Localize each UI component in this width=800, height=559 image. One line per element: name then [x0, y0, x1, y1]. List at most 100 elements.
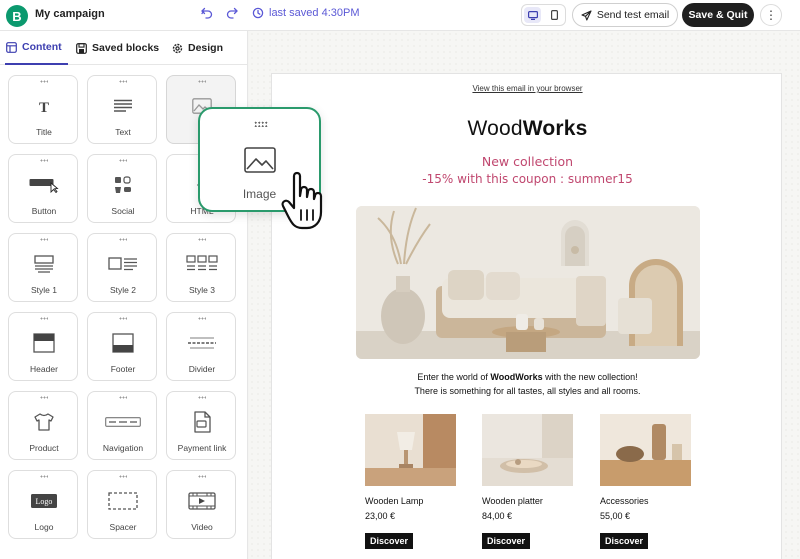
saved-blocks-icon: [76, 42, 87, 54]
block-divider[interactable]: Divider: [166, 312, 236, 381]
social-icon: [88, 173, 158, 197]
block-style3[interactable]: Style 3: [166, 233, 236, 302]
drag-handle-icon[interactable]: [40, 80, 48, 83]
block-title[interactable]: T Title: [8, 75, 78, 144]
block-label: Spacer: [109, 522, 137, 532]
drag-handle-icon[interactable]: [198, 396, 206, 399]
desktop-icon[interactable]: [524, 7, 542, 23]
device-toggle: [521, 4, 566, 26]
intro-line-2: There is something for all tastes, all s…: [414, 386, 641, 396]
block-footer[interactable]: Footer: [87, 312, 157, 381]
drag-handle-icon[interactable]: [198, 238, 206, 241]
block-button[interactable]: Button: [8, 154, 78, 223]
product-card[interactable]: Accessories 55,00 € Discover: [600, 414, 692, 549]
content-icon: [6, 41, 17, 53]
brand-heading[interactable]: WoodWorks: [272, 117, 783, 141]
drag-handle-icon[interactable]: [198, 317, 206, 320]
drag-handle-icon[interactable]: [119, 396, 127, 399]
product-card[interactable]: Wooden Lamp 23,00 € Discover: [365, 414, 457, 549]
gear-icon: [172, 43, 183, 53]
text-icon: [88, 94, 158, 118]
block-label: Text: [115, 127, 131, 137]
drag-handle-icon[interactable]: [119, 159, 127, 162]
send-icon: [581, 9, 592, 21]
block-text[interactable]: Text: [87, 75, 157, 144]
redo-icon[interactable]: [225, 7, 239, 21]
style3-icon: [167, 252, 237, 276]
block-label: Navigation: [102, 443, 144, 453]
product-name: Wooden Lamp: [365, 496, 424, 506]
discover-button[interactable]: Discover: [365, 533, 414, 549]
tab-content[interactable]: Content: [5, 31, 68, 65]
drag-handle-icon[interactable]: [40, 317, 48, 320]
mobile-icon[interactable]: [546, 7, 563, 23]
block-label: Product: [29, 443, 59, 453]
drag-handle-icon[interactable]: [198, 475, 206, 478]
divider-icon: [167, 331, 237, 355]
spacer-icon: [88, 489, 158, 513]
drag-handle-icon[interactable]: [40, 396, 48, 399]
top-bar: B My campaign last saved 4:30PM Send tes…: [0, 0, 800, 31]
header-icon: [9, 331, 79, 355]
more-options-icon[interactable]: ⋮: [760, 4, 782, 26]
product-name: Wooden platter: [482, 496, 543, 506]
drag-handle-icon[interactable]: [119, 317, 127, 320]
promo-line-1[interactable]: New collection: [272, 154, 783, 169]
product-image[interactable]: [482, 414, 573, 486]
brand-light: Wood: [467, 117, 523, 140]
title-icon: T: [9, 94, 79, 118]
save-quit-button[interactable]: Save & Quit: [682, 3, 754, 27]
block-label: Style 3: [189, 285, 215, 295]
footer-icon: [88, 331, 158, 355]
brand-logo[interactable]: B: [6, 5, 28, 27]
tab-content-label: Content: [22, 41, 62, 53]
block-label: Payment link: [177, 443, 227, 453]
block-social[interactable]: Social: [87, 154, 157, 223]
view-in-browser-link[interactable]: View this email in your browser: [272, 84, 783, 93]
product-card[interactable]: Wooden platter 84,00 € Discover: [482, 414, 574, 549]
drag-handle-icon[interactable]: [254, 121, 268, 127]
campaign-title[interactable]: My campaign: [35, 8, 105, 20]
product-price: 23,00 €: [365, 511, 396, 521]
block-label: Style 2: [110, 285, 136, 295]
block-header[interactable]: Header: [8, 312, 78, 381]
style2-icon: [88, 252, 158, 276]
discover-button[interactable]: Discover: [600, 533, 649, 549]
hero-image[interactable]: [356, 206, 700, 359]
drag-handle-icon[interactable]: [40, 159, 48, 162]
block-label: Divider: [188, 364, 216, 374]
block-video[interactable]: Video: [166, 470, 236, 539]
block-label: Header: [30, 364, 58, 374]
promo-line-2[interactable]: -15% with this coupon : summer15: [272, 172, 783, 186]
send-test-email-button[interactable]: Send test email: [572, 3, 678, 27]
intro-text[interactable]: Enter the world of WoodWorks with the ne…: [272, 370, 783, 398]
block-style1[interactable]: Style 1: [8, 233, 78, 302]
block-logo[interactable]: Logo Logo: [8, 470, 78, 539]
drag-handle-icon[interactable]: [119, 475, 127, 478]
tab-saved-blocks-label: Saved blocks: [92, 42, 160, 54]
drag-handle-icon[interactable]: [119, 238, 127, 241]
undo-icon[interactable]: [200, 7, 214, 21]
block-label: Button: [31, 206, 57, 216]
block-label: Social: [111, 206, 135, 216]
discover-button[interactable]: Discover: [482, 533, 531, 549]
payment-link-icon: [167, 410, 237, 434]
block-product[interactable]: Product: [8, 391, 78, 460]
block-style2[interactable]: Style 2: [87, 233, 157, 302]
drag-handle-icon[interactable]: [40, 238, 48, 241]
product-name: Accessories: [600, 496, 649, 506]
product-image[interactable]: [365, 414, 456, 486]
tab-saved-blocks[interactable]: Saved blocks: [76, 31, 159, 65]
tab-design-label: Design: [188, 42, 224, 54]
product-image[interactable]: [600, 414, 691, 486]
drag-handle-icon[interactable]: [119, 80, 127, 83]
block-payment-link[interactable]: Payment link: [166, 391, 236, 460]
drag-handle-icon[interactable]: [198, 80, 206, 83]
tab-design[interactable]: Design: [172, 31, 223, 65]
block-spacer[interactable]: Spacer: [87, 470, 157, 539]
block-label: Video: [191, 522, 213, 532]
save-status-text: last saved 4:30PM: [269, 7, 360, 19]
block-navigation[interactable]: Navigation: [87, 391, 157, 460]
logo-icon: Logo: [9, 489, 79, 513]
drag-handle-icon[interactable]: [40, 475, 48, 478]
